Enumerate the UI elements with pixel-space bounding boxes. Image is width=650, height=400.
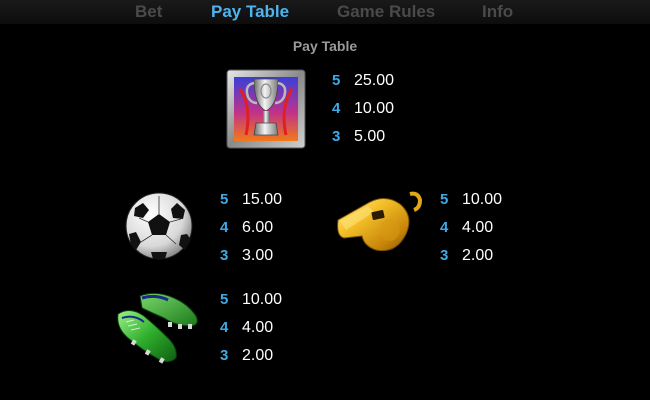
tab-info[interactable]: Info — [482, 2, 513, 22]
payout-row: 3 5.00 — [332, 123, 394, 151]
tab-game-rules[interactable]: Game Rules — [337, 2, 435, 22]
payout-count: 4 — [220, 319, 229, 336]
soccer-ball-icon — [121, 190, 197, 267]
payout-row: 5 10.00 — [220, 286, 282, 314]
payout-row: 5 10.00 — [440, 186, 502, 214]
page-title: Pay Table — [292, 38, 358, 54]
trophy-payouts: 5 25.00 4 10.00 3 5.00 — [332, 67, 394, 151]
boots-payouts: 5 10.00 4 4.00 3 2.00 — [220, 286, 282, 370]
payout-row: 4 6.00 — [220, 214, 282, 242]
payout-value: 15.00 — [242, 191, 283, 208]
tab-bar: Bet Pay Table Game Rules Info — [0, 0, 650, 24]
football-boots-icon — [112, 288, 204, 373]
payout-row: 4 4.00 — [220, 314, 282, 342]
payout-row: 4 4.00 — [440, 214, 502, 242]
payout-row: 5 25.00 — [332, 67, 394, 95]
payout-value: 10.00 — [242, 291, 283, 308]
trophy-icon — [226, 69, 306, 154]
payout-row: 4 10.00 — [332, 95, 394, 123]
payout-value: 10.00 — [462, 191, 503, 208]
payout-count: 4 — [332, 100, 341, 117]
tab-pay-table[interactable]: Pay Table — [211, 2, 289, 22]
tab-bet[interactable]: Bet — [135, 2, 162, 22]
payout-value: 5.00 — [354, 128, 386, 145]
payout-count: 5 — [440, 191, 449, 208]
payout-value: 4.00 — [462, 219, 494, 236]
whistle-icon — [334, 190, 424, 267]
payout-count: 3 — [220, 347, 229, 364]
payout-value: 2.00 — [462, 247, 494, 264]
payout-row: 3 2.00 — [220, 342, 282, 370]
payout-value: 3.00 — [242, 247, 274, 264]
payout-count: 3 — [440, 247, 449, 264]
payout-row: 3 2.00 — [440, 242, 502, 270]
ball-payouts: 5 15.00 4 6.00 3 3.00 — [220, 186, 282, 270]
payout-count: 5 — [220, 291, 229, 308]
whistle-payouts: 5 10.00 4 4.00 3 2.00 — [440, 186, 502, 270]
payout-count: 4 — [440, 219, 449, 236]
payout-row: 5 15.00 — [220, 186, 282, 214]
payout-count: 3 — [332, 128, 341, 145]
payout-value: 6.00 — [242, 219, 274, 236]
payout-count: 5 — [220, 191, 229, 208]
payout-count: 4 — [220, 219, 229, 236]
payout-row: 3 3.00 — [220, 242, 282, 270]
payout-value: 10.00 — [354, 100, 395, 117]
payout-count: 3 — [220, 247, 229, 264]
payout-value: 25.00 — [354, 72, 395, 89]
payout-value: 2.00 — [242, 347, 274, 364]
payout-count: 5 — [332, 72, 341, 89]
payout-value: 4.00 — [242, 319, 274, 336]
